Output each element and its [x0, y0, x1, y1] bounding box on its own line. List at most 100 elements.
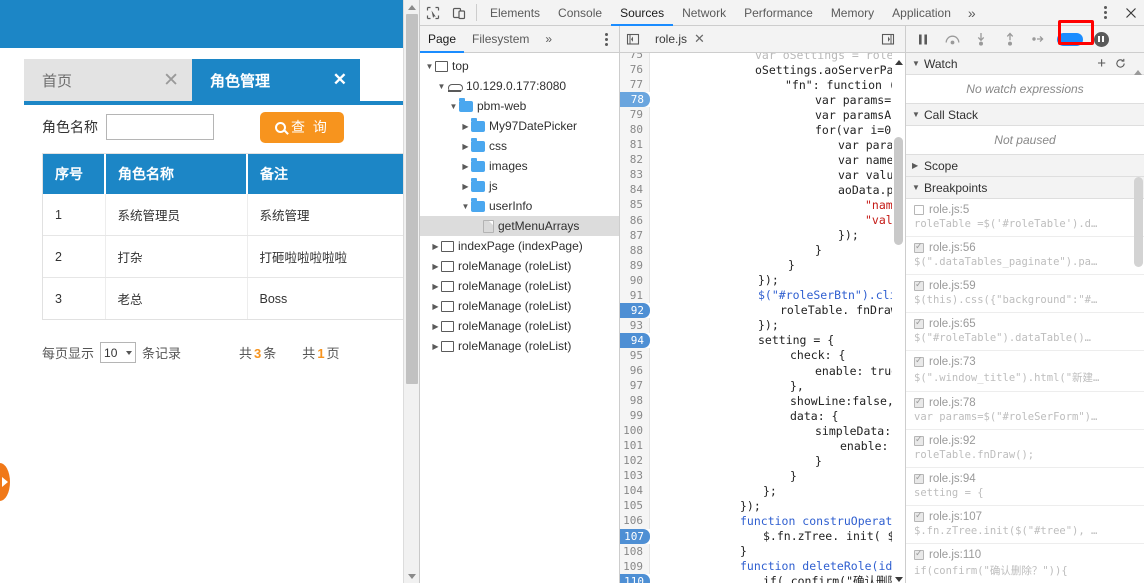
table-row[interactable]: 1 系统管理员 系统管理: [43, 194, 403, 236]
step-into-icon[interactable]: [968, 26, 994, 52]
search-button[interactable]: 查 询: [260, 111, 344, 143]
table-row[interactable]: 2 打杂 打砸啦啦啦啦啦: [43, 235, 403, 278]
add-watch-icon[interactable]: +: [1097, 56, 1106, 71]
section-breakpoints[interactable]: ▼ Breakpoints: [906, 177, 1144, 199]
tree-item-pbm-web[interactable]: ▼ pbm-web: [420, 96, 619, 116]
chevron-right-icon[interactable]: ▶: [430, 302, 441, 311]
section-watch[interactable]: ▼ Watch +: [906, 53, 1144, 75]
device-toolbar-icon[interactable]: [446, 0, 472, 26]
code-line[interactable]: 95 check: {: [620, 347, 905, 363]
breakpoint-item[interactable]: role.js:92 roleTable.fnDraw();: [906, 430, 1144, 468]
chevron-right-icon[interactable]: ▶: [430, 262, 441, 271]
expand-sidebar-handle[interactable]: [0, 463, 10, 501]
code-line[interactable]: 99 data: {: [620, 408, 905, 424]
code-line[interactable]: 93});: [620, 317, 905, 333]
show-navigator-icon[interactable]: [620, 26, 646, 52]
step-out-icon[interactable]: [997, 26, 1023, 52]
breakpoint-checkbox[interactable]: [914, 279, 924, 291]
scroll-up-icon[interactable]: [892, 55, 905, 69]
tree-item-top[interactable]: ▼ top: [420, 56, 619, 76]
tab-performance[interactable]: Performance: [735, 0, 822, 26]
code-line[interactable]: 83 var value=param.s: [620, 167, 905, 183]
scroll-down-icon[interactable]: [404, 569, 419, 583]
section-call-stack[interactable]: ▼ Call Stack: [906, 104, 1144, 126]
breakpoint-checkbox[interactable]: [914, 241, 924, 253]
editor-scrollbar-thumb[interactable]: [894, 137, 903, 245]
chevron-down-icon[interactable]: ▼: [436, 82, 447, 91]
tree-item-rolemanage-3[interactable]: ▶ roleManage (roleList): [420, 296, 619, 316]
tab-network[interactable]: Network: [673, 0, 735, 26]
tree-item-rolemanage-5[interactable]: ▶ roleManage (roleList): [420, 336, 619, 356]
tree-item-userinfo[interactable]: ▼ userInfo: [420, 196, 619, 216]
breakpoint-item[interactable]: role.js:94 setting = {: [906, 468, 1144, 506]
code-line[interactable]: 80 for(var i=0;i<paramsA: [620, 122, 905, 138]
breakpoint-checkbox[interactable]: [914, 510, 924, 522]
breakpoint-item[interactable]: role.js:65 $("#roleTable").dataTable()…: [906, 313, 1144, 351]
breakpoint-checkbox[interactable]: [914, 434, 924, 446]
code-line[interactable]: 79 var paramsArray=param: [620, 107, 905, 123]
page-scrollbar[interactable]: [403, 0, 419, 583]
breakpoint-checkbox[interactable]: [914, 548, 924, 560]
close-icon[interactable]: ✕: [163, 69, 179, 92]
breakpoint-item[interactable]: role.js:110 if(confirm("确认删除？")){: [906, 544, 1144, 583]
chevron-right-icon[interactable]: ▶: [912, 161, 924, 170]
tab-elements[interactable]: Elements: [481, 0, 549, 26]
chevron-down-icon[interactable]: ▼: [424, 62, 435, 71]
code-line[interactable]: 109 function deleteRole(id){: [620, 558, 905, 574]
code-line[interactable]: 98 showLine:false,: [620, 393, 905, 409]
role-name-input[interactable]: [106, 114, 214, 140]
editor-scrollbar[interactable]: [892, 53, 905, 583]
tree-item-js[interactable]: ▶ js: [420, 176, 619, 196]
kebab-menu-icon[interactable]: [593, 26, 619, 52]
tab-memory[interactable]: Memory: [822, 0, 883, 26]
chevron-right-icon[interactable]: ▶: [460, 182, 471, 191]
code-line[interactable]: 89}: [620, 257, 905, 273]
tree-item-images[interactable]: ▶ images: [420, 156, 619, 176]
code-line[interactable]: 91 $("#roleSerBtn").click(functi: [620, 287, 905, 303]
col-header-role-name[interactable]: 角色名称: [105, 154, 248, 194]
deactivate-breakpoints-toggle[interactable]: [1055, 26, 1085, 52]
inspect-element-icon[interactable]: [420, 0, 446, 26]
tree-item-css[interactable]: ▶ css: [420, 136, 619, 156]
close-icon[interactable]: ✕: [333, 70, 347, 90]
code-line[interactable]: 84 aoData.push({: [620, 182, 905, 198]
pause-on-exceptions-icon[interactable]: [1088, 26, 1114, 52]
navigator-overflow-icon[interactable]: »: [537, 26, 560, 53]
code-line[interactable]: 76 oSettings.aoServerParams.push: [620, 62, 905, 78]
tree-item-my97datepicker[interactable]: ▶ My97DatePicker: [420, 116, 619, 136]
code-line[interactable]: 88}: [620, 242, 905, 258]
breakpoint-item[interactable]: role.js:5 roleTable =$('#roleTable').d…: [906, 199, 1144, 237]
close-icon[interactable]: [1118, 0, 1144, 26]
section-scope[interactable]: ▶ Scope: [906, 155, 1144, 177]
source-code-editor[interactable]: 75 var oSettings = roleTable.fnS 76 oSetti…: [620, 53, 905, 583]
chevron-right-icon[interactable]: ▶: [460, 142, 471, 151]
code-line[interactable]: 96 enable: true: [620, 362, 905, 379]
tree-item-rolemanage-2[interactable]: ▶ roleManage (roleList): [420, 276, 619, 296]
code-line[interactable]: 106 function construOperate(zNodes){: [620, 513, 905, 529]
breakpoint-item[interactable]: role.js:73 $(".window_title").html("新建…: [906, 351, 1144, 392]
code-line[interactable]: 75 var oSettings = roleTable.fnS: [620, 53, 905, 63]
step-over-icon[interactable]: [939, 26, 965, 52]
code-line-breakpoint[interactable]: 110 if( confirm("确认删除？")){: [620, 573, 905, 583]
chevron-down-icon[interactable]: ▼: [460, 202, 471, 211]
table-row[interactable]: 3 老总 Boss: [43, 277, 403, 319]
tab-application[interactable]: Application: [883, 0, 960, 26]
chevron-right-icon[interactable]: ▶: [460, 122, 471, 131]
col-header-index[interactable]: 序号: [43, 154, 106, 194]
code-line-breakpoint[interactable]: 78 var params=$("#role: [620, 92, 905, 108]
scroll-down-icon[interactable]: [892, 572, 905, 583]
breakpoint-checkbox[interactable]: [914, 205, 924, 215]
breakpoint-item[interactable]: role.js:59 $(this).css({"background":"#…: [906, 275, 1144, 313]
kebab-menu-icon[interactable]: [1092, 0, 1118, 26]
chevron-right-icon[interactable]: ▶: [430, 342, 441, 351]
chevron-right-icon[interactable]: ▶: [430, 242, 441, 251]
breakpoint-item[interactable]: role.js:107 $.fn.zTree.init($("#tree"), …: [906, 506, 1144, 544]
tree-item-rolemanage-4[interactable]: ▶ roleManage (roleList): [420, 316, 619, 336]
tree-item-getmenuarrays[interactable]: getMenuArrays: [420, 216, 619, 236]
code-line[interactable]: 100 simpleData: {: [620, 423, 905, 439]
code-line[interactable]: 97},: [620, 378, 905, 394]
panel-overflow-icon[interactable]: »: [960, 5, 984, 21]
tab-sources[interactable]: Sources: [611, 0, 673, 26]
nav-tab-filesystem[interactable]: Filesystem: [464, 26, 537, 53]
debugger-scrollbar[interactable]: [1133, 53, 1144, 583]
